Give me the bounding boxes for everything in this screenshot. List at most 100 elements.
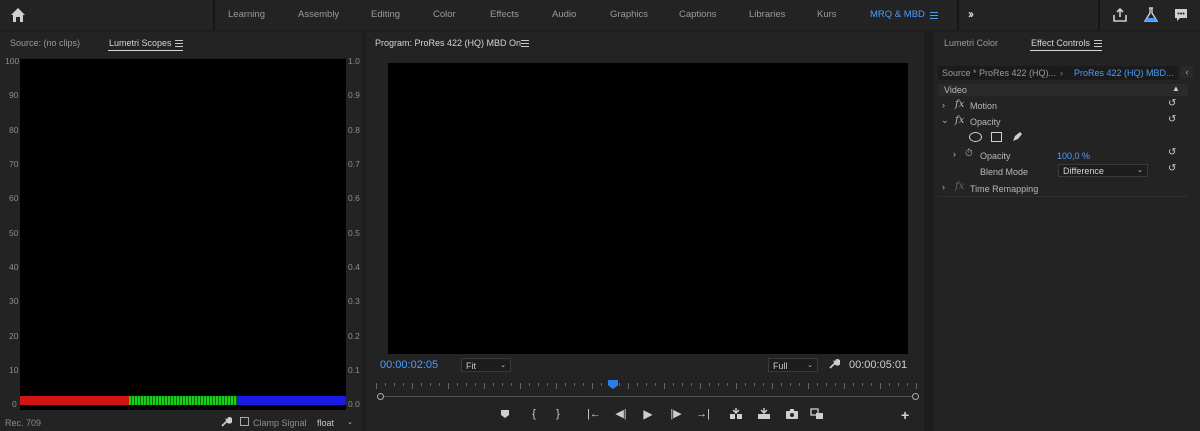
home-icon[interactable] bbox=[10, 7, 26, 23]
workspace-menu-icon[interactable] bbox=[930, 10, 938, 21]
rectangle-mask-icon[interactable] bbox=[991, 132, 1002, 142]
stopwatch-icon[interactable]: ⏱ bbox=[965, 148, 973, 159]
waveform-blue-channel bbox=[237, 396, 346, 405]
effect-controls-menu-icon[interactable] bbox=[1094, 38, 1102, 49]
ruler-tick bbox=[826, 383, 827, 386]
scale-label: 50 bbox=[9, 228, 19, 238]
workspace-tab-learning[interactable]: Learning bbox=[228, 9, 265, 20]
tab-source[interactable]: Source: (no clips) bbox=[10, 38, 80, 48]
feedback-icon[interactable] bbox=[1173, 7, 1189, 23]
workspace-tab-graphics[interactable]: Graphics bbox=[610, 9, 648, 20]
settings-wrench-icon[interactable] bbox=[828, 358, 840, 370]
time-ruler[interactable] bbox=[376, 383, 917, 389]
current-timecode[interactable]: 00:00:02:05 bbox=[380, 359, 438, 371]
zoom-scrollbar[interactable] bbox=[380, 396, 916, 397]
mark-in-icon[interactable]: { bbox=[527, 408, 541, 420]
mark-out-icon[interactable]: } bbox=[551, 408, 565, 420]
expand-motion-chevron-icon[interactable]: › bbox=[942, 100, 945, 110]
ruler-tick bbox=[538, 383, 539, 386]
go-to-out-icon[interactable]: →| bbox=[696, 408, 710, 420]
colorspace-label[interactable]: Rec. 709 bbox=[5, 418, 41, 428]
scrollbar-handle-right[interactable] bbox=[912, 393, 919, 400]
workspace-tab-assembly[interactable]: Assembly bbox=[298, 9, 339, 20]
chevron-down-icon: ⌄ bbox=[500, 362, 506, 369]
ruler-tick bbox=[547, 383, 548, 386]
zoom-value: Fit bbox=[466, 361, 476, 371]
ruler-tick bbox=[682, 383, 683, 386]
fx-badge-icon[interactable]: fx bbox=[955, 99, 964, 110]
more-workspaces-icon[interactable]: ›› bbox=[968, 7, 974, 21]
ruler-tick bbox=[556, 383, 557, 389]
chevron-down-icon[interactable]: ⌄ bbox=[347, 418, 353, 426]
comparison-view-icon[interactable] bbox=[810, 408, 824, 420]
ruler-tick bbox=[646, 383, 647, 386]
add-marker-icon[interactable] bbox=[500, 409, 510, 419]
ruler-tick bbox=[484, 383, 485, 389]
workspace-tab-kurs[interactable]: Kurs bbox=[817, 9, 837, 20]
export-frame-camera-icon[interactable] bbox=[785, 408, 799, 420]
scale-label: 90 bbox=[9, 90, 19, 100]
scale-label: 0.4 bbox=[348, 262, 360, 272]
scrollbar-handle-left[interactable] bbox=[377, 393, 384, 400]
share-icon[interactable] bbox=[1112, 7, 1128, 23]
zoom-dropdown[interactable]: Fit ⌄ bbox=[461, 358, 511, 372]
resolution-dropdown[interactable]: Full ⌄ bbox=[768, 358, 818, 372]
scale-label: 10 bbox=[9, 365, 19, 375]
wrench-icon[interactable] bbox=[220, 416, 232, 428]
expand-time-remap-chevron-icon[interactable]: › bbox=[942, 182, 945, 192]
collapse-up-icon[interactable]: ▲ bbox=[1172, 84, 1180, 93]
pen-mask-icon[interactable] bbox=[1011, 131, 1023, 143]
sequence-clip-label[interactable]: ProRes 422 (HQ) MBD... bbox=[1074, 68, 1174, 78]
workspace-tab-effects[interactable]: Effects bbox=[490, 9, 519, 20]
fx-badge-icon[interactable]: fx bbox=[955, 115, 964, 126]
tab-effect-controls[interactable]: Effect Controls bbox=[1031, 38, 1090, 48]
chevron-down-icon: ⌄ bbox=[1137, 167, 1143, 174]
clamp-signal-checkbox[interactable] bbox=[240, 417, 249, 426]
opacity-value[interactable]: 100,0 % bbox=[1057, 151, 1090, 161]
step-forward-icon[interactable]: |▶ bbox=[669, 408, 683, 420]
workspace-tab-captions[interactable]: Captions bbox=[679, 9, 717, 20]
workspace-tab-editing[interactable]: Editing bbox=[371, 9, 400, 20]
button-editor-add-icon[interactable]: + bbox=[901, 407, 909, 423]
ruler-tick bbox=[412, 383, 413, 389]
source-clip-label[interactable]: Source * ProRes 422 (HQ)... bbox=[942, 68, 1056, 78]
collapse-opacity-chevron-icon[interactable]: ⌄ bbox=[941, 115, 949, 126]
scale-label: 70 bbox=[9, 159, 19, 169]
program-video-frame[interactable] bbox=[388, 63, 908, 354]
tab-lumetri-scopes[interactable]: Lumetri Scopes bbox=[109, 38, 172, 48]
ruler-tick bbox=[601, 383, 602, 386]
ruler-tick bbox=[799, 383, 800, 386]
ruler-tick bbox=[673, 383, 674, 386]
tab-lumetri-color[interactable]: Lumetri Color bbox=[944, 38, 998, 48]
ruler-tick bbox=[421, 383, 422, 386]
scroll-left-icon[interactable]: ‹ bbox=[1181, 66, 1193, 78]
beta-flask-icon[interactable] bbox=[1143, 7, 1159, 23]
workspace-tab-mrq-mbd[interactable]: MRQ & MBD bbox=[870, 9, 925, 20]
reset-blend-mode-icon[interactable]: ↺ bbox=[1168, 164, 1180, 174]
play-icon[interactable]: ▶ bbox=[641, 408, 655, 420]
reset-opacity-icon[interactable]: ↺ bbox=[1168, 115, 1180, 125]
scale-label: 0.6 bbox=[348, 193, 360, 203]
chevron-right-icon[interactable]: › bbox=[1060, 68, 1063, 78]
ruler-tick bbox=[574, 383, 575, 386]
workspace-tab-audio[interactable]: Audio bbox=[552, 9, 576, 20]
go-to-in-icon[interactable]: |← bbox=[587, 408, 601, 420]
scale-label: 0.3 bbox=[348, 296, 360, 306]
workspace-tab-libraries[interactable]: Libraries bbox=[749, 9, 785, 20]
program-menu-icon[interactable] bbox=[521, 38, 529, 49]
ellipse-mask-icon[interactable] bbox=[969, 132, 982, 142]
precision-dropdown[interactable]: float bbox=[317, 418, 334, 428]
insert-icon[interactable] bbox=[729, 408, 743, 420]
workspace-tab-color[interactable]: Color bbox=[433, 9, 456, 20]
step-back-icon[interactable]: ◀| bbox=[614, 408, 628, 420]
video-section-header: Video ▲ bbox=[938, 84, 1188, 96]
scopes-menu-icon[interactable] bbox=[175, 38, 183, 49]
blend-mode-dropdown[interactable]: Difference ⌄ bbox=[1058, 164, 1148, 177]
scale-label: 0.9 bbox=[348, 90, 360, 100]
expand-opacity-chevron-icon[interactable]: › bbox=[953, 149, 956, 159]
overwrite-icon[interactable] bbox=[757, 408, 771, 420]
reset-motion-icon[interactable]: ↺ bbox=[1168, 99, 1180, 109]
ruler-tick bbox=[790, 383, 791, 386]
program-title[interactable]: Program: ProRes 422 (HQ) MBD On bbox=[375, 38, 521, 48]
reset-opacity-value-icon[interactable]: ↺ bbox=[1168, 148, 1180, 158]
